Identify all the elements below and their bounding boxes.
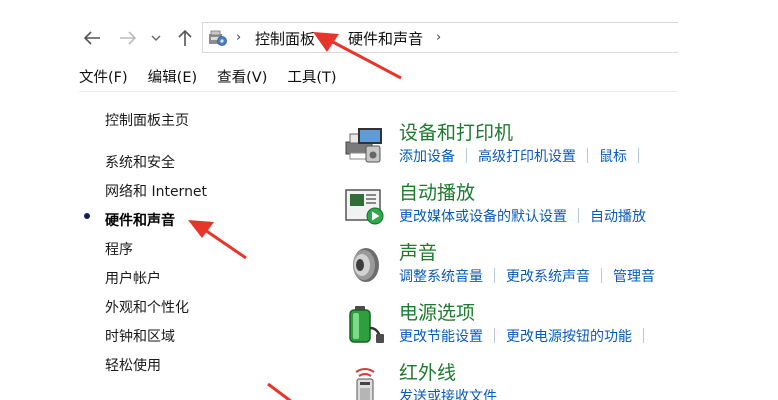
forward-arrow-icon[interactable] <box>116 26 140 50</box>
menu-view[interactable]: 查看(V) <box>217 66 267 86</box>
link-separator <box>587 148 588 163</box>
category-links: 添加设备 高级打印机设置 鼠标 <box>399 146 679 166</box>
link-change-default-media-settings[interactable]: 更改媒体或设备的默认设置 <box>399 206 567 226</box>
breadcrumb-separator-icon[interactable]: › <box>436 30 441 45</box>
annotation-arrow-icon <box>188 220 247 260</box>
link-separator <box>578 208 579 223</box>
link-autoplay[interactable]: 自动播放 <box>590 206 646 226</box>
printer-icon[interactable] <box>344 124 386 166</box>
annotation-arrow-icon <box>267 382 292 400</box>
link-send-receive-files[interactable]: 发送或接收文件 <box>399 386 497 400</box>
category-links: 更改媒体或设备的默认设置 自动播放 <box>399 206 679 226</box>
breadcrumb-separator-icon: › <box>236 30 242 45</box>
sidebar-item-clock-region[interactable]: 时钟和区域 <box>105 326 175 346</box>
link-change-power-saving[interactable]: 更改节能设置 <box>399 326 483 346</box>
up-arrow-icon[interactable] <box>173 26 197 50</box>
annotation-arrow-icon <box>313 32 402 80</box>
sidebar-item-system-security[interactable]: 系统和安全 <box>105 152 175 172</box>
sidebar-item-programs[interactable]: 程序 <box>105 239 133 259</box>
link-change-system-sounds[interactable]: 更改系统声音 <box>506 266 590 286</box>
battery-icon[interactable] <box>344 304 386 346</box>
link-mouse[interactable]: 鼠标 <box>599 146 627 166</box>
category-title-infrared[interactable]: 红外线 <box>399 358 456 385</box>
category-title-sound[interactable]: 声音 <box>399 238 437 265</box>
menu-file[interactable]: 文件(F) <box>79 66 128 86</box>
menu-divider <box>79 91 678 92</box>
category-title-autoplay[interactable]: 自动播放 <box>399 178 475 205</box>
link-separator <box>643 328 644 343</box>
link-separator <box>638 148 639 163</box>
control-panel-icon <box>208 29 228 47</box>
category-links: 调整系统音量 更改系统声音 管理音 <box>399 266 679 286</box>
sidebar-item-appearance[interactable]: 外观和个性化 <box>105 297 189 317</box>
category-links: 发送或接收文件 <box>399 386 679 400</box>
autoplay-icon[interactable] <box>344 184 386 226</box>
link-separator <box>494 328 495 343</box>
sidebar-item-user-accounts[interactable]: 用户帐户 <box>105 268 161 288</box>
link-separator <box>494 268 495 283</box>
link-separator <box>601 268 602 283</box>
sidebar-item-ease-of-access[interactable]: 轻松使用 <box>105 355 161 375</box>
infrared-icon[interactable] <box>344 364 386 400</box>
menu-edit[interactable]: 编辑(E) <box>148 66 197 86</box>
category-infrared: 红外线 发送或接收文件 <box>344 358 684 400</box>
category-devices-printers: 设备和打印机 添加设备 高级打印机设置 鼠标 <box>344 118 684 176</box>
category-power-options: 电源选项 更改节能设置 更改电源按钮的功能 <box>344 298 684 356</box>
category-sound: 声音 调整系统音量 更改系统声音 管理音 <box>344 238 684 296</box>
link-power-button-function[interactable]: 更改电源按钮的功能 <box>506 326 632 346</box>
link-manage-audio-devices[interactable]: 管理音 <box>613 266 655 286</box>
link-advanced-printer-setup[interactable]: 高级打印机设置 <box>478 146 576 166</box>
current-item-bullet-icon <box>84 213 90 219</box>
category-autoplay: 自动播放 更改媒体或设备的默认设置 自动播放 <box>344 178 684 236</box>
category-title-power-options[interactable]: 电源选项 <box>399 298 475 325</box>
speaker-icon[interactable] <box>344 244 386 286</box>
address-bar[interactable]: › 控制面板 › 硬件和声音 › <box>202 22 678 53</box>
category-links: 更改节能设置 更改电源按钮的功能 <box>399 326 679 346</box>
sidebar-item-hardware-sound[interactable]: 硬件和声音 <box>105 210 175 230</box>
category-title-devices-printers[interactable]: 设备和打印机 <box>399 118 513 145</box>
link-adjust-volume[interactable]: 调整系统音量 <box>399 266 483 286</box>
sidebar-item-network[interactable]: 网络和 Internet <box>105 181 207 201</box>
chevron-down-icon[interactable] <box>147 26 165 50</box>
link-separator <box>466 148 467 163</box>
sidebar-item-home[interactable]: 控制面板主页 <box>105 110 189 130</box>
back-arrow-icon[interactable] <box>80 26 104 50</box>
link-add-device[interactable]: 添加设备 <box>399 146 455 166</box>
